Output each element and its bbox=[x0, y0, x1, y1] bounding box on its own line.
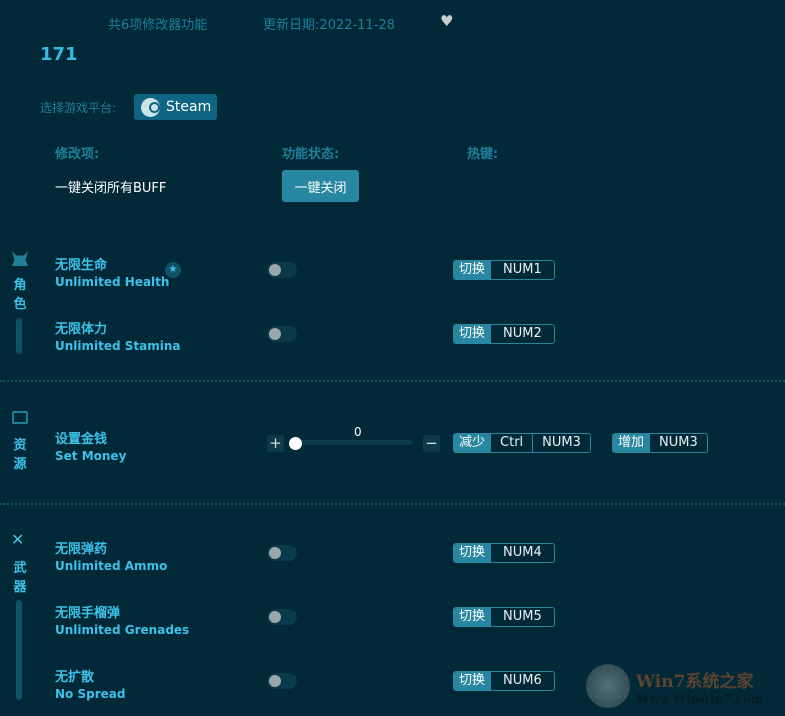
platform-value: Steam bbox=[166, 99, 212, 115]
column-hotkey: 热键: bbox=[467, 147, 499, 162]
divider bbox=[0, 503, 785, 505]
slider-handle[interactable] bbox=[289, 437, 302, 450]
platform-label: 选择游戏平台: bbox=[40, 101, 117, 115]
hotkey-unlimited-stamina[interactable]: 切换 NUM2 bbox=[453, 324, 555, 344]
hotkey-unlimited-ammo[interactable]: 切换 NUM4 bbox=[453, 543, 555, 563]
star-icon[interactable]: ★ bbox=[165, 262, 181, 278]
hotkey-increase-money[interactable]: 增加 NUM3 bbox=[612, 433, 708, 453]
update-date: 更新日期:2022-11-28 bbox=[263, 18, 395, 33]
decrease-button[interactable]: − bbox=[423, 435, 440, 452]
steam-icon bbox=[141, 97, 160, 117]
feature-count: 共6项修改器功能 bbox=[108, 18, 208, 33]
column-item: 修改项: bbox=[55, 147, 100, 162]
item-unlimited-grenades: 无限手榴弹 Unlimited Grenades bbox=[55, 606, 190, 637]
watermark-title: Win7系统之家 bbox=[636, 671, 754, 692]
money-value: 0 bbox=[354, 425, 362, 439]
hotkey-unlimited-health[interactable]: 切换 NUM1 bbox=[453, 260, 555, 280]
item-unlimited-stamina: 无限体力 Unlimited Stamina bbox=[55, 322, 181, 353]
hotkey-unlimited-grenades[interactable]: 切换 NUM5 bbox=[453, 607, 555, 627]
watermark-url: Www.Winwin7.com bbox=[636, 691, 764, 706]
money-slider[interactable] bbox=[296, 440, 413, 445]
hotkey-decrease-money[interactable]: 减少 Ctrl NUM3 bbox=[453, 433, 591, 453]
close-all-label: 一键关闭所有BUFF bbox=[55, 181, 167, 196]
toggle-no-spread[interactable] bbox=[267, 673, 297, 689]
crossed-swords-icon: ✕ bbox=[11, 530, 25, 549]
watermark: Win7系统之家 Www.Winwin7.com bbox=[586, 664, 764, 708]
category-scrollbar[interactable] bbox=[16, 600, 22, 700]
character-icon bbox=[12, 251, 28, 266]
column-status: 功能状态: bbox=[282, 147, 340, 162]
category-character[interactable]: 角色 bbox=[10, 276, 30, 314]
item-set-money: 设置金钱 Set Money bbox=[55, 432, 127, 463]
windows-logo-icon bbox=[586, 664, 630, 708]
item-unlimited-ammo: 无限弹药 Unlimited Ammo bbox=[55, 542, 168, 573]
chest-icon bbox=[12, 411, 28, 424]
category-weapons[interactable]: 武器 bbox=[10, 559, 30, 597]
toggle-unlimited-grenades[interactable] bbox=[267, 609, 297, 625]
toggle-unlimited-stamina[interactable] bbox=[267, 326, 297, 342]
category-scrollbar[interactable] bbox=[16, 318, 22, 354]
game-title: 171 bbox=[40, 44, 78, 65]
divider bbox=[0, 380, 785, 382]
toggle-unlimited-ammo[interactable] bbox=[267, 545, 297, 561]
item-unlimited-health: 无限生命 Unlimited Health bbox=[55, 258, 170, 289]
category-resources[interactable]: 资源 bbox=[10, 436, 30, 474]
increase-button[interactable]: + bbox=[267, 435, 284, 452]
item-no-spread: 无扩散 No Spread bbox=[55, 670, 126, 701]
toggle-unlimited-health[interactable] bbox=[267, 262, 297, 278]
steam-platform-button[interactable]: Steam bbox=[134, 94, 217, 120]
hotkey-no-spread[interactable]: 切换 NUM6 bbox=[453, 671, 555, 691]
close-all-button[interactable]: 一键关闭 bbox=[282, 170, 359, 202]
heart-icon[interactable]: ♥ bbox=[440, 12, 453, 30]
